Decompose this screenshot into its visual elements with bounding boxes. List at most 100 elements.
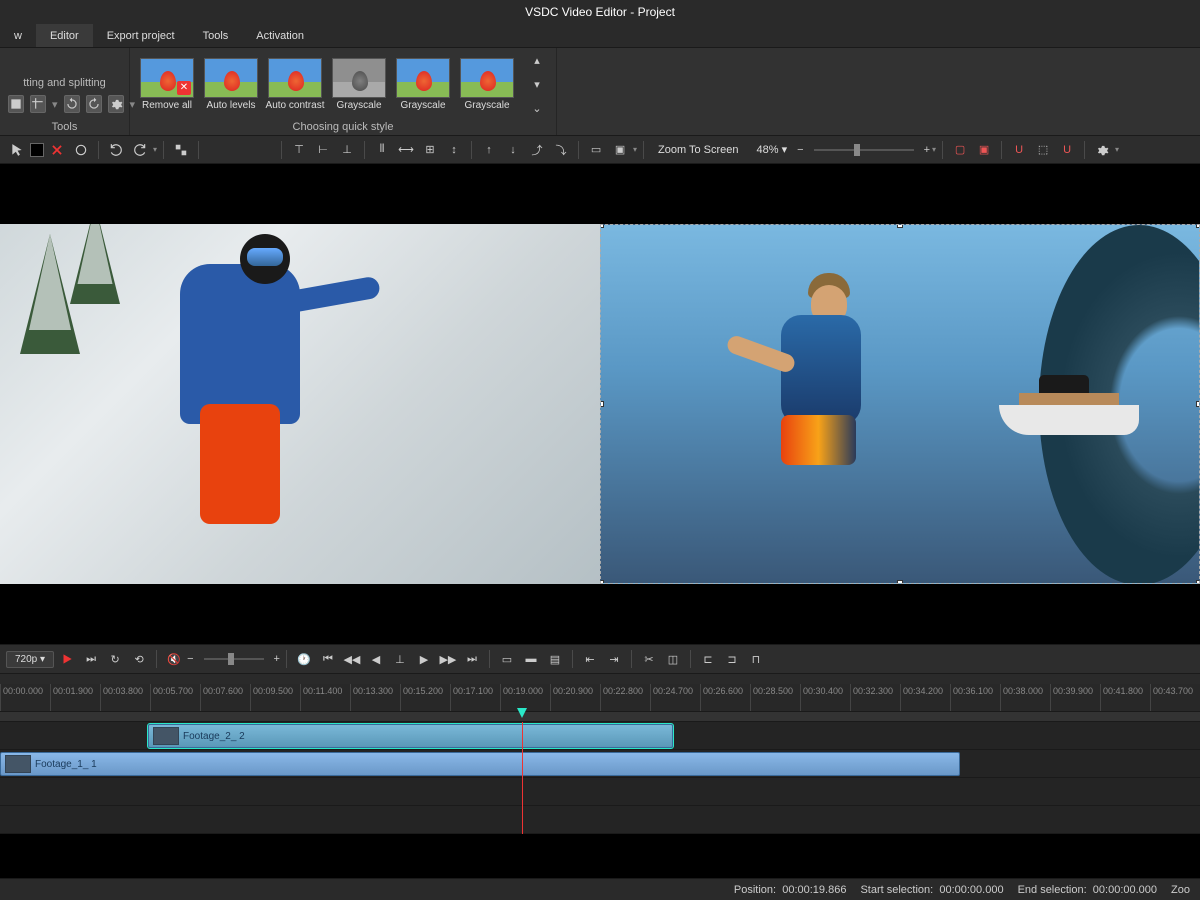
settings-gear-icon[interactable] — [1091, 139, 1113, 161]
fit-height-icon[interactable]: ↕ — [443, 139, 465, 161]
arrow-down-icon[interactable]: ↓ — [502, 139, 524, 161]
selection-handle-n[interactable] — [897, 224, 903, 228]
tl-view3-icon[interactable]: ▤ — [544, 648, 566, 670]
split-icon[interactable]: ✂ — [638, 648, 660, 670]
underline-u1-icon[interactable]: U — [1008, 139, 1030, 161]
tl-view1-icon[interactable]: ▭ — [496, 648, 518, 670]
pointer-tool-icon[interactable] — [6, 139, 28, 161]
style-remove-all[interactable]: ✕ Remove all — [138, 58, 196, 111]
selection-handle-s[interactable] — [897, 580, 903, 584]
track-0[interactable]: Footage_2_ 2 — [0, 722, 1200, 750]
cut-tool-icon[interactable] — [8, 95, 24, 113]
volume-slider[interactable] — [204, 658, 264, 660]
zoom-value[interactable]: 48% ▾ — [749, 143, 796, 156]
styles-scroll-down-icon[interactable]: ▾ — [526, 73, 548, 95]
align-bottom-icon[interactable]: ⊥ — [336, 139, 358, 161]
next-icon[interactable]: ▶ — [413, 648, 435, 670]
bring-front-icon[interactable]: ⤴ — [526, 139, 548, 161]
marker-b-icon[interactable]: ▣ — [973, 139, 995, 161]
distribute-h-icon[interactable]: ⫴ — [371, 139, 393, 161]
crop-tool-icon[interactable] — [30, 95, 46, 113]
mute-icon[interactable]: 🔇 — [163, 648, 185, 670]
mark-out-icon[interactable]: ⇥ — [603, 648, 625, 670]
snap-icon[interactable]: ⊏ — [697, 648, 719, 670]
zoom-slider[interactable] — [814, 149, 914, 151]
style-grayscale-2[interactable]: Grayscale — [394, 58, 452, 111]
preview-clip-right-selected[interactable] — [600, 224, 1200, 584]
quick-styles-row: ✕ Remove all Auto levels Auto contrast G… — [138, 49, 548, 119]
menu-item-editor[interactable]: Editor — [36, 24, 93, 47]
menu-item-activation[interactable]: Activation — [242, 24, 318, 47]
mark-in-icon[interactable]: ⇤ — [579, 648, 601, 670]
goto-end-icon[interactable]: ⏭ — [461, 648, 483, 670]
color-swatch-black[interactable] — [30, 143, 44, 157]
track-3[interactable] — [0, 806, 1200, 834]
selection-handle-nw[interactable] — [600, 224, 604, 228]
align-group-icon[interactable] — [170, 139, 192, 161]
step-fwd-icon[interactable]: ▶▶ — [437, 648, 459, 670]
goto-start-icon[interactable]: ⏮ — [317, 648, 339, 670]
menu-item-tools[interactable]: Tools — [189, 24, 243, 47]
selection-handle-w[interactable] — [600, 401, 604, 407]
style-auto-levels[interactable]: Auto levels — [202, 58, 260, 111]
tl-crop-icon[interactable]: ◫ — [662, 648, 684, 670]
clip-footage-1[interactable]: Footage_1_ 1 — [0, 752, 960, 776]
selection-handle-se[interactable] — [1196, 580, 1200, 584]
gear-icon[interactable] — [108, 95, 124, 113]
prev-icon[interactable]: ◀ — [365, 648, 387, 670]
styles-expand-icon[interactable]: ⌄ — [526, 97, 548, 119]
clip-footage-2[interactable]: Footage_2_ 2 — [148, 724, 673, 748]
fit-width-icon[interactable]: ⟷ — [395, 139, 417, 161]
style-grayscale-3[interactable]: Grayscale — [458, 58, 516, 111]
zoom-minus-icon[interactable]: − — [797, 144, 803, 156]
underline-u2-icon[interactable]: U — [1056, 139, 1078, 161]
align-center-h-icon[interactable] — [229, 139, 251, 161]
tl-view2-icon[interactable]: ▬ — [520, 648, 542, 670]
track-1[interactable]: Footage_1_ 1 — [0, 750, 1200, 778]
loop-section-icon[interactable]: ⟲ — [128, 648, 150, 670]
undo-icon[interactable] — [105, 139, 127, 161]
align-left-icon[interactable] — [205, 139, 227, 161]
clock-icon[interactable]: 🕐 — [293, 648, 315, 670]
layer-icon[interactable]: ▭ — [585, 139, 607, 161]
selection-handle-sw[interactable] — [600, 580, 604, 584]
stop-icon[interactable]: ⊥ — [389, 648, 411, 670]
menu-item-export[interactable]: Export project — [93, 24, 189, 47]
step-back-icon[interactable]: ◀◀ — [341, 648, 363, 670]
resolution-button[interactable]: 720p ▾ — [6, 651, 54, 668]
rotate-left-icon[interactable] — [64, 95, 80, 113]
playhead[interactable] — [522, 722, 523, 834]
marker-a-icon[interactable]: ▢ — [949, 139, 971, 161]
loop-icon[interactable]: ↻ — [104, 648, 126, 670]
selection-handle-e[interactable] — [1196, 401, 1200, 407]
circle-tool-icon[interactable] — [70, 139, 92, 161]
align-right-icon[interactable] — [253, 139, 275, 161]
style-grayscale-1[interactable]: Grayscale — [330, 58, 388, 111]
center-both-icon[interactable]: ⊞ — [419, 139, 441, 161]
zoom-plus-icon[interactable]: + — [924, 144, 930, 156]
styles-scroll-up-icon[interactable]: ▴ — [526, 49, 548, 71]
redo-icon[interactable] — [129, 139, 151, 161]
timeline-tracks[interactable]: Footage_2_ 2 Footage_1_ 1 — [0, 722, 1200, 834]
ribbon-tools-sublabel: Tools — [8, 121, 121, 133]
play-icon[interactable] — [56, 648, 78, 670]
timeline-ruler[interactable]: 00:00.00000:01.90000:03.80000:05.70000:0… — [0, 684, 1200, 712]
send-back-icon[interactable]: ⤵ — [550, 139, 572, 161]
bounds-icon[interactable]: ⬚ — [1032, 139, 1054, 161]
delete-icon[interactable] — [46, 139, 68, 161]
align-top-icon[interactable]: ⊤ — [288, 139, 310, 161]
style-auto-contrast[interactable]: Auto contrast — [266, 58, 324, 111]
align-middle-icon[interactable]: ⊢ — [312, 139, 334, 161]
menu-item-view[interactable]: w — [0, 24, 36, 47]
arrow-up-icon[interactable]: ↑ — [478, 139, 500, 161]
selection-handle-ne[interactable] — [1196, 224, 1200, 228]
zoom-label: Zoom To Screen — [650, 144, 747, 156]
track-2[interactable] — [0, 778, 1200, 806]
rotate-right-icon[interactable] — [86, 95, 102, 113]
group-icon[interactable]: ⊓ — [745, 648, 767, 670]
preview-canvas[interactable] — [0, 164, 1200, 644]
next-frame-icon[interactable]: ⏭ — [80, 648, 102, 670]
layers-icon[interactable]: ▣ — [609, 139, 631, 161]
link-icon[interactable]: ⊐ — [721, 648, 743, 670]
ruler-band[interactable] — [0, 712, 1200, 722]
